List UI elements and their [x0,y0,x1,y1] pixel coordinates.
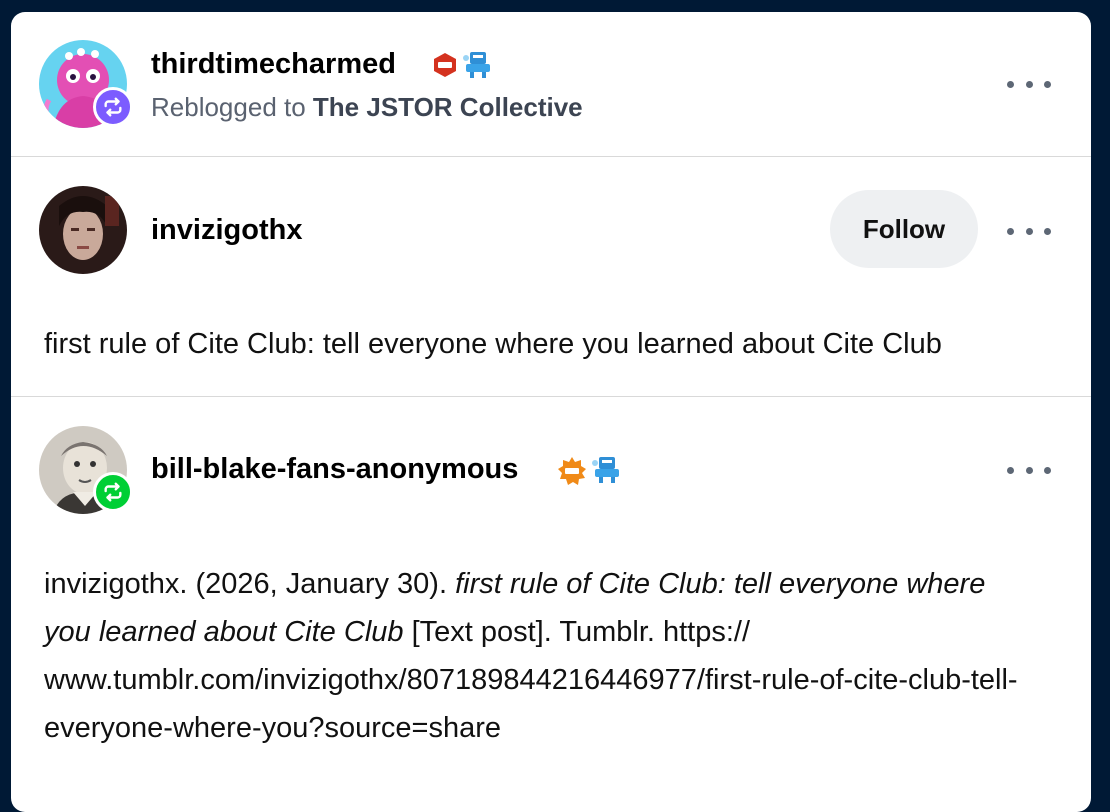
reblog-citation-text: invizigothx. (2026, January 30). first r… [44,560,1034,752]
reblogged-to-line: Reblogged to The JSTOR Collective [151,92,583,123]
more-options-icon[interactable] [1007,216,1051,246]
reblogger-username[interactable]: thirdtimecharmed [151,48,396,81]
reblog-author-username[interactable]: bill-blake-fans-anonymous [151,453,518,486]
invizigothx-avatar[interactable] [39,186,127,274]
post-author-username[interactable]: invizigothx [151,214,302,247]
reblog-badge-icon [93,472,133,512]
follow-button[interactable]: Follow [830,190,978,268]
more-options-icon[interactable] [1007,455,1051,485]
orange-sun-badge-icon[interactable] [557,456,587,491]
divider [11,396,1091,397]
blue-robot-badge-icon[interactable] [591,455,623,490]
post-text: first rule of Cite Club: tell everyone w… [44,328,942,360]
divider [11,156,1091,157]
reblog-badge-icon [93,87,133,127]
reblogged-target-blog[interactable]: The JSTOR Collective [313,92,583,122]
post-card: thirdtimecharmed Reblogged to The JSTOR … [11,12,1091,812]
red-hexagon-badge-icon[interactable] [432,52,458,83]
blue-robot-badge-icon[interactable] [462,50,494,85]
more-options-icon[interactable] [1007,69,1051,99]
citation-prefix: invizigothx. (2026, January 30). [44,568,456,600]
reblogged-prefix: Reblogged to [151,92,306,122]
